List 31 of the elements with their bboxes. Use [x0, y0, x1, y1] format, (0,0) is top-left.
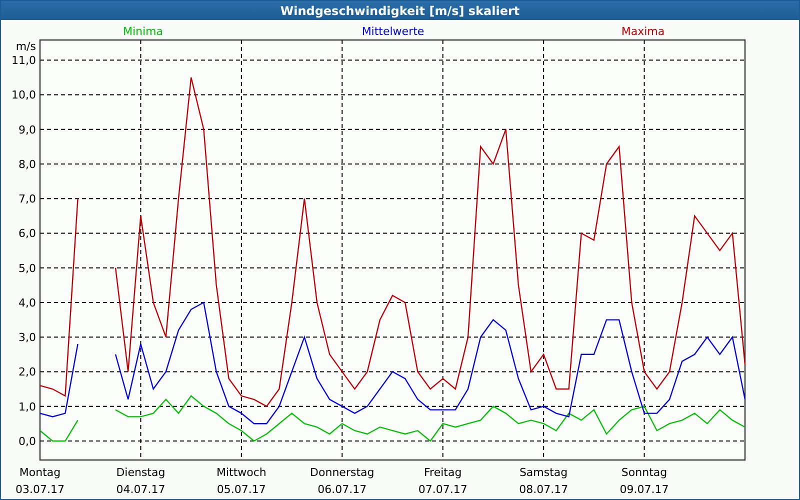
legend-label: Maxima [621, 25, 665, 38]
x-tick-label: Mittwoch [216, 466, 266, 479]
y-tick-label: 5,0 [18, 262, 36, 275]
date-label: 09.07.17 [620, 483, 669, 496]
legend-label: Minima [122, 25, 164, 38]
x-tick-label: Donnerstag [310, 466, 374, 479]
date-label: 06.07.17 [318, 483, 367, 496]
y-tick-label: 8,0 [18, 158, 36, 171]
x-tick-label: Freitag [424, 466, 462, 479]
legend-label: Mittelwerte [362, 25, 424, 38]
window-title: Windgeschwindigkeit [m/s] skaliert [1, 1, 799, 20]
y-tick-label: 3,0 [18, 331, 36, 344]
y-tick-label: 1,0 [18, 400, 36, 414]
x-tick-label: Montag [19, 466, 61, 479]
y-tick-label: 4,0 [18, 296, 36, 310]
y-tick-label: 6,0 [18, 227, 36, 240]
date-label: 04.07.17 [116, 483, 166, 496]
y-tick-label: 2,0 [18, 366, 36, 379]
date-label: 07.07.17 [418, 483, 468, 496]
y-tick-label: 9,0 [18, 123, 36, 136]
y-tick-label: 0,0 [18, 434, 36, 448]
y-tick-label: 11,0 [12, 54, 36, 68]
x-tick-label: Sonntag [621, 466, 668, 479]
y-tick-label: 10,0 [12, 88, 36, 102]
y-tick-label: 7,0 [18, 192, 36, 206]
date-label: 05.07.17 [216, 483, 266, 496]
date-label: 08.07.17 [519, 483, 568, 496]
y-axis-unit: m/s [16, 40, 36, 53]
x-tick-label: Samstag [519, 466, 568, 479]
x-tick-label: Dienstag [116, 466, 166, 479]
date-label: 03.07.17 [16, 483, 64, 496]
